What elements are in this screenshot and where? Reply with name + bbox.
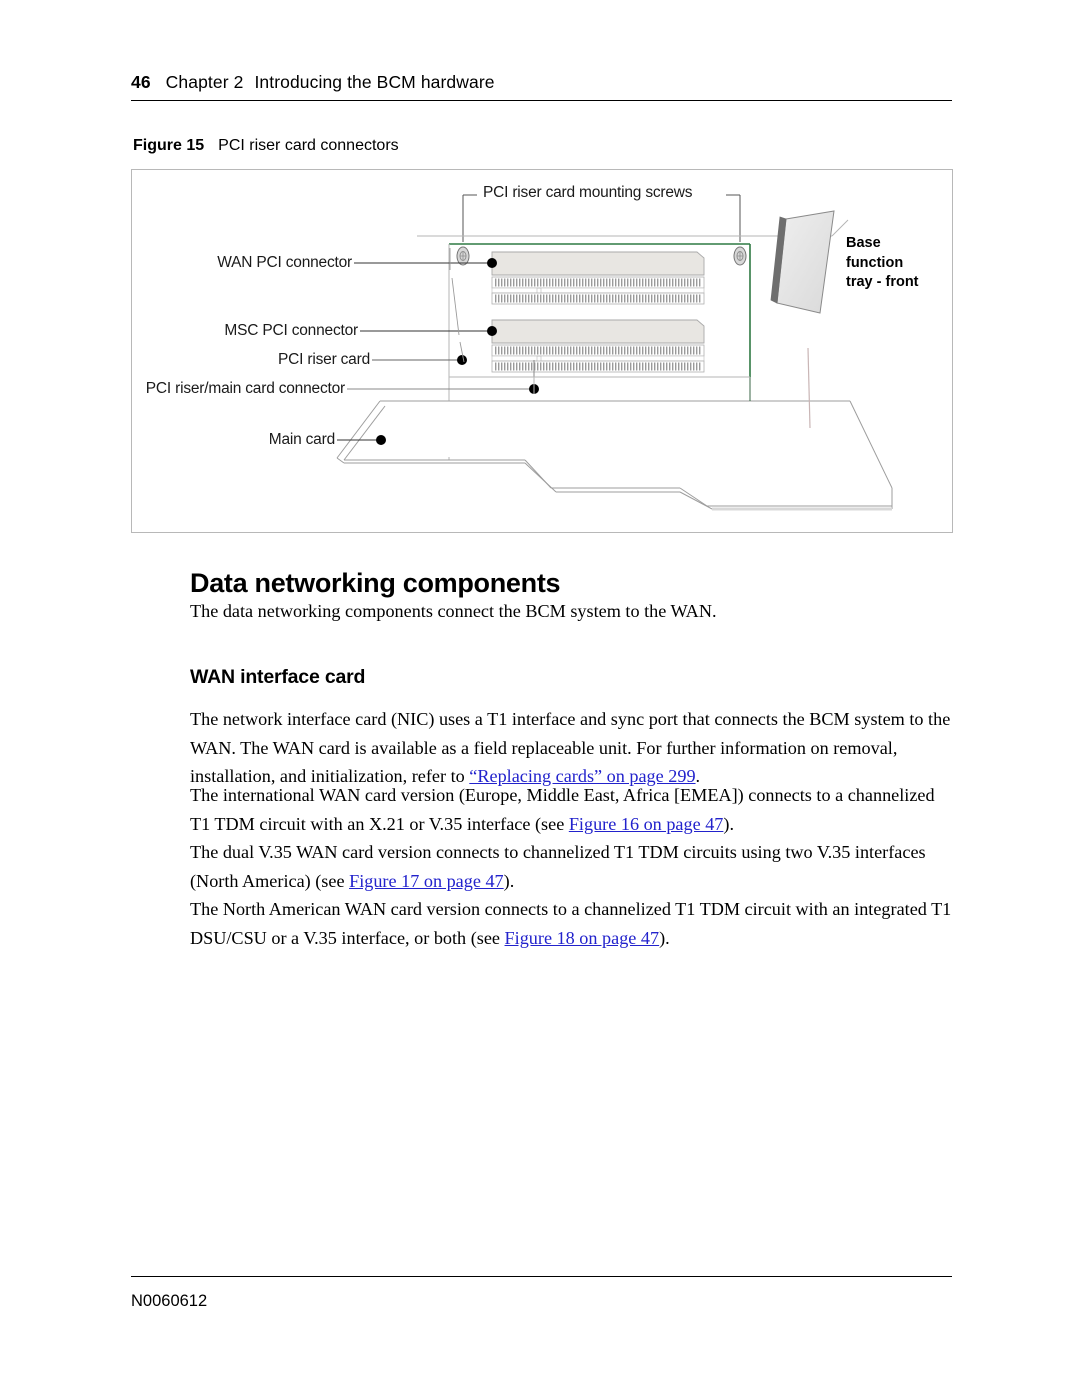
link-figure-16[interactable]: Figure 16 on page 47	[569, 814, 724, 834]
wan-pci-connector-graphic	[491, 251, 705, 305]
paragraph-4: The North American WAN card version conn…	[190, 895, 952, 952]
paragraph-2-text-pre: The international WAN card version (Euro…	[190, 785, 935, 834]
label-pci-riser-card-mounting-screws: PCI riser card mounting screws	[483, 184, 693, 201]
leader-dot-riser	[457, 355, 467, 365]
link-figure-18[interactable]: Figure 18 on page 47	[505, 928, 660, 948]
mounting-screw-left-icon	[456, 246, 470, 266]
paragraph-2-text-post: ).	[723, 813, 734, 834]
chapter-title: Introducing the BCM hardware	[254, 72, 495, 92]
page-number: 46	[131, 72, 151, 92]
paragraph-3-text-pre: The dual V.35 WAN card version connects …	[190, 842, 926, 891]
label-msc-pci-connector: MSC PCI connector	[224, 322, 358, 339]
label-wan-pci-connector: WAN PCI connector	[217, 254, 352, 271]
document-number: N0060612	[131, 1292, 208, 1310]
leader-dot-wan	[487, 258, 497, 268]
leader-mounting-screws-right	[726, 194, 741, 242]
paragraph-4-text-post: ).	[659, 927, 670, 948]
msc-pci-connector-graphic	[491, 319, 705, 373]
figure-illustration: WAN PCI connector MSC PCI connector PCI …	[131, 169, 953, 533]
link-figure-17[interactable]: Figure 17 on page 47	[349, 871, 504, 891]
leader-mounting-screws-left	[462, 194, 477, 242]
leader-dot-main-card	[376, 435, 386, 445]
leader-dot-msc	[487, 326, 497, 336]
figure-title: PCI riser card connectors	[218, 137, 399, 154]
label-pci-riser-main-card-connector: PCI riser/main card connector	[145, 380, 345, 397]
page-header: 46 Chapter 2 Introducing the BCM hardware	[131, 72, 952, 101]
label-base-function-tray: Base function tray - front	[846, 234, 919, 293]
paragraph-2: The international WAN card version (Euro…	[190, 781, 952, 838]
subsection-title: WAN interface card	[190, 666, 366, 689]
chapter-label: Chapter 2	[165, 72, 244, 92]
mounting-screw-right-icon	[733, 246, 747, 266]
base-function-tray-graphic	[770, 210, 835, 314]
figure-label: Figure 15	[133, 137, 205, 154]
header-line: 46 Chapter 2 Introducing the BCM hardware	[131, 72, 952, 100]
label-base-function-tray-line3: tray - front	[846, 274, 919, 290]
footer-divider	[131, 1276, 952, 1277]
label-pci-riser-card: PCI riser card	[278, 351, 370, 368]
paragraph-3-text-post: ).	[503, 870, 515, 891]
label-main-card: Main card	[268, 431, 335, 448]
label-base-function-tray-line2: function	[846, 254, 904, 271]
paragraph-3: The dual V.35 WAN card version connects …	[190, 838, 952, 895]
label-base-function-tray-line1: Base	[846, 235, 881, 251]
paragraph-1: The network interface card (NIC) uses a …	[190, 705, 952, 791]
figure-caption: Figure 15 PCI riser card connectors	[133, 137, 399, 155]
header-divider	[131, 100, 952, 101]
section-intro-paragraph: The data networking components connect t…	[190, 601, 717, 621]
main-card-graphic	[336, 400, 893, 510]
page-title: Data networking components	[190, 568, 561, 599]
